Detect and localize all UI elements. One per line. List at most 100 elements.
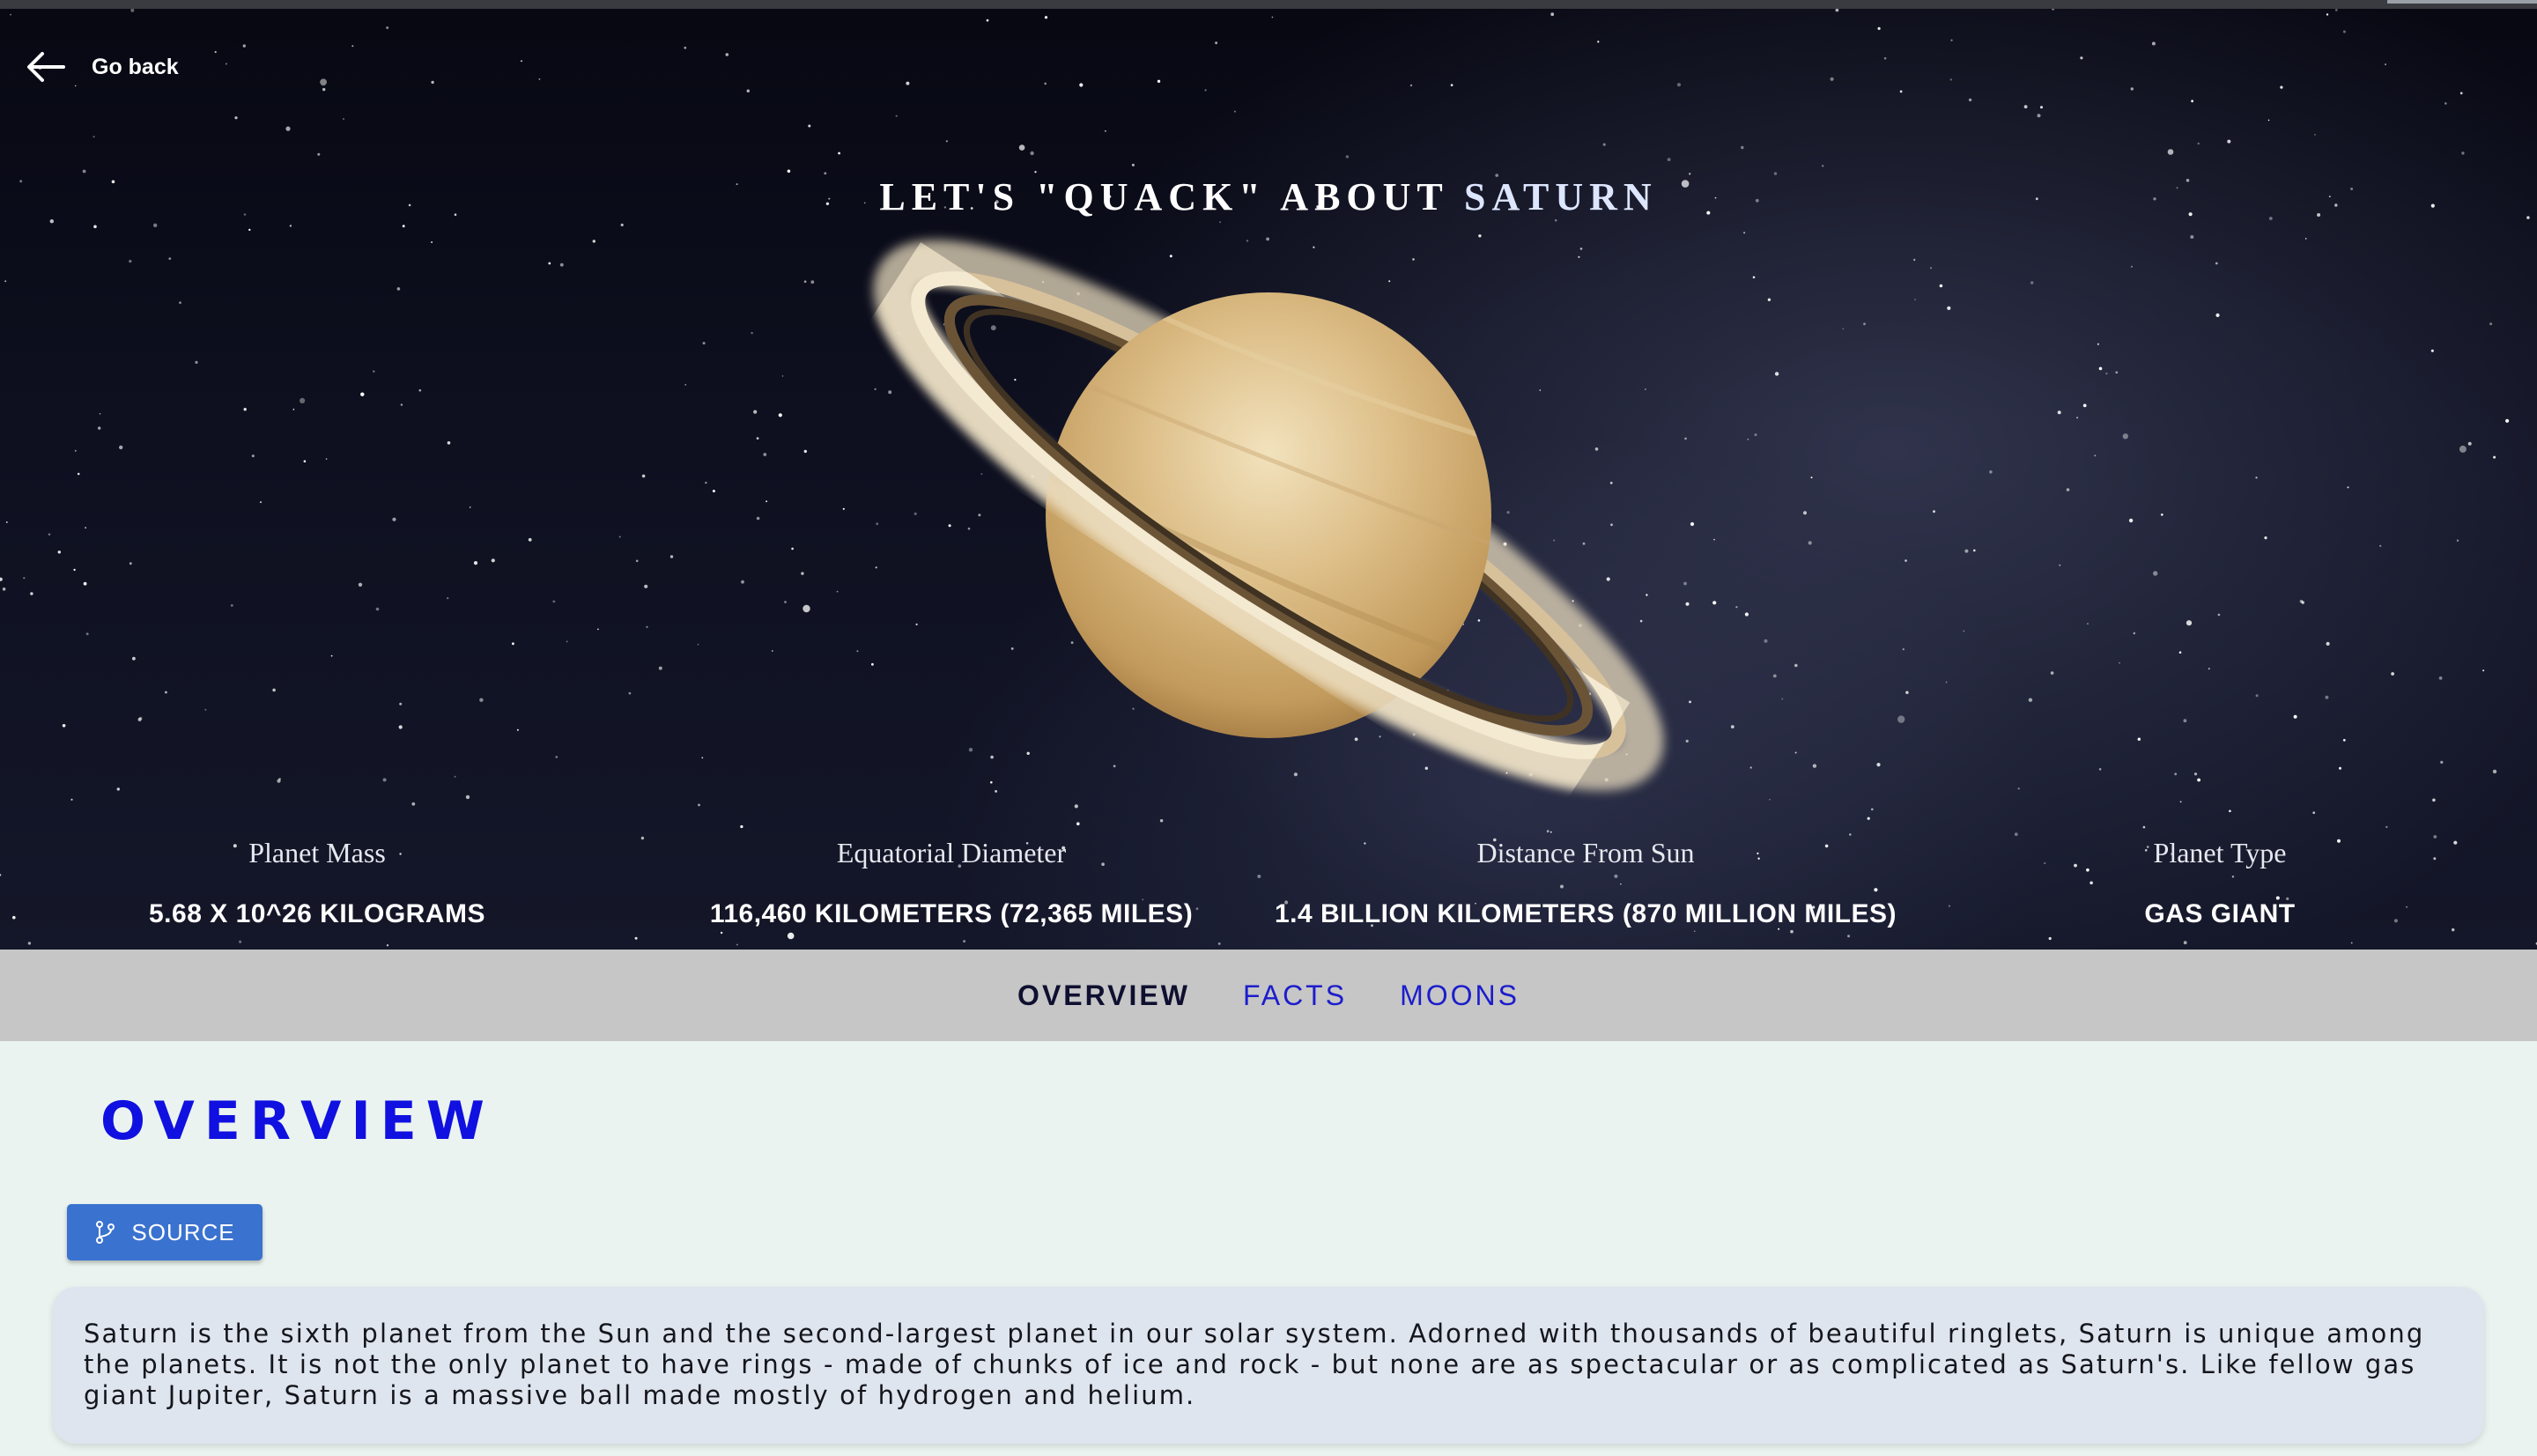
star (431, 241, 433, 243)
star (2128, 518, 2134, 523)
star (129, 562, 132, 565)
star (1808, 541, 1812, 545)
star (2190, 235, 2194, 239)
tab-moons[interactable]: MOONS (1400, 979, 1520, 1012)
star (2082, 403, 2087, 408)
tab-overview[interactable]: OVERVIEW (1017, 979, 1190, 1012)
star (781, 375, 784, 377)
star (93, 225, 97, 229)
star (1948, 905, 1950, 907)
star (360, 392, 365, 396)
star (330, 654, 333, 657)
star (10, 13, 11, 16)
star (2385, 825, 2388, 829)
star (2044, 861, 2046, 865)
star (23, 577, 26, 580)
star (1847, 935, 1851, 938)
star (1741, 145, 1744, 150)
stat-planet-type: Planet Type GAS GIANT (2144, 837, 2295, 929)
star (684, 46, 687, 49)
star (204, 708, 207, 711)
go-back-label: Go back (92, 54, 179, 79)
star (2023, 105, 2028, 109)
star (2304, 238, 2307, 240)
star (787, 932, 795, 940)
star (2452, 928, 2455, 932)
star (698, 803, 700, 807)
star (1905, 691, 1909, 694)
star (1949, 78, 1952, 81)
star (736, 943, 738, 946)
star (697, 643, 699, 646)
star (906, 81, 910, 85)
star (251, 455, 255, 458)
star (2264, 536, 2267, 540)
star (740, 824, 743, 829)
star (658, 666, 662, 670)
tab-facts[interactable]: FACTS (1243, 979, 1347, 1012)
star (2028, 698, 2033, 702)
star (2059, 564, 2061, 566)
star (2280, 85, 2283, 89)
star (2347, 486, 2349, 489)
star (382, 778, 387, 782)
star (1822, 165, 1824, 167)
star (2086, 868, 2090, 872)
star (99, 413, 101, 415)
star (92, 136, 95, 138)
star (1257, 875, 1261, 878)
star (2350, 942, 2353, 944)
star (2453, 840, 2458, 845)
star (473, 561, 478, 565)
star (2191, 100, 2194, 103)
star (945, 140, 948, 143)
star (1079, 83, 1084, 87)
star (810, 280, 815, 285)
star (1747, 439, 1749, 440)
star (2052, 9, 2054, 11)
star (1345, 155, 1350, 159)
star (70, 798, 73, 801)
star (2314, 134, 2316, 136)
star (2493, 455, 2496, 459)
go-back-button[interactable]: Go back (25, 41, 201, 93)
star (119, 445, 123, 450)
star (2161, 514, 2163, 516)
star (2179, 801, 2182, 803)
arrow-left-icon (27, 52, 65, 82)
star (1968, 98, 1972, 102)
star (77, 472, 80, 476)
star (343, 118, 344, 120)
star (787, 169, 791, 174)
star (2174, 772, 2178, 776)
star (1204, 89, 1207, 92)
star (2430, 349, 2434, 352)
star (1803, 511, 1807, 515)
star (1602, 143, 1606, 146)
star (83, 581, 87, 586)
star (2133, 632, 2135, 635)
star (2293, 714, 2297, 719)
star (1933, 510, 1935, 514)
browser-top-edge-highlight (2387, 0, 2537, 4)
star (358, 582, 363, 587)
star (168, 257, 172, 260)
star (12, 915, 16, 920)
star (1876, 763, 1881, 767)
star (635, 559, 639, 563)
star (447, 597, 449, 600)
star (1902, 648, 1905, 651)
star (2385, 63, 2386, 66)
star (2312, 811, 2315, 814)
star (2459, 92, 2463, 95)
star (516, 728, 519, 731)
star (2, 588, 6, 591)
source-button[interactable]: SOURCE (67, 1204, 263, 1260)
star (375, 607, 380, 611)
star (2433, 835, 2437, 839)
star (1867, 817, 1870, 820)
star (986, 18, 989, 22)
star (640, 836, 645, 840)
star (1044, 16, 1048, 19)
star (2197, 142, 2200, 145)
